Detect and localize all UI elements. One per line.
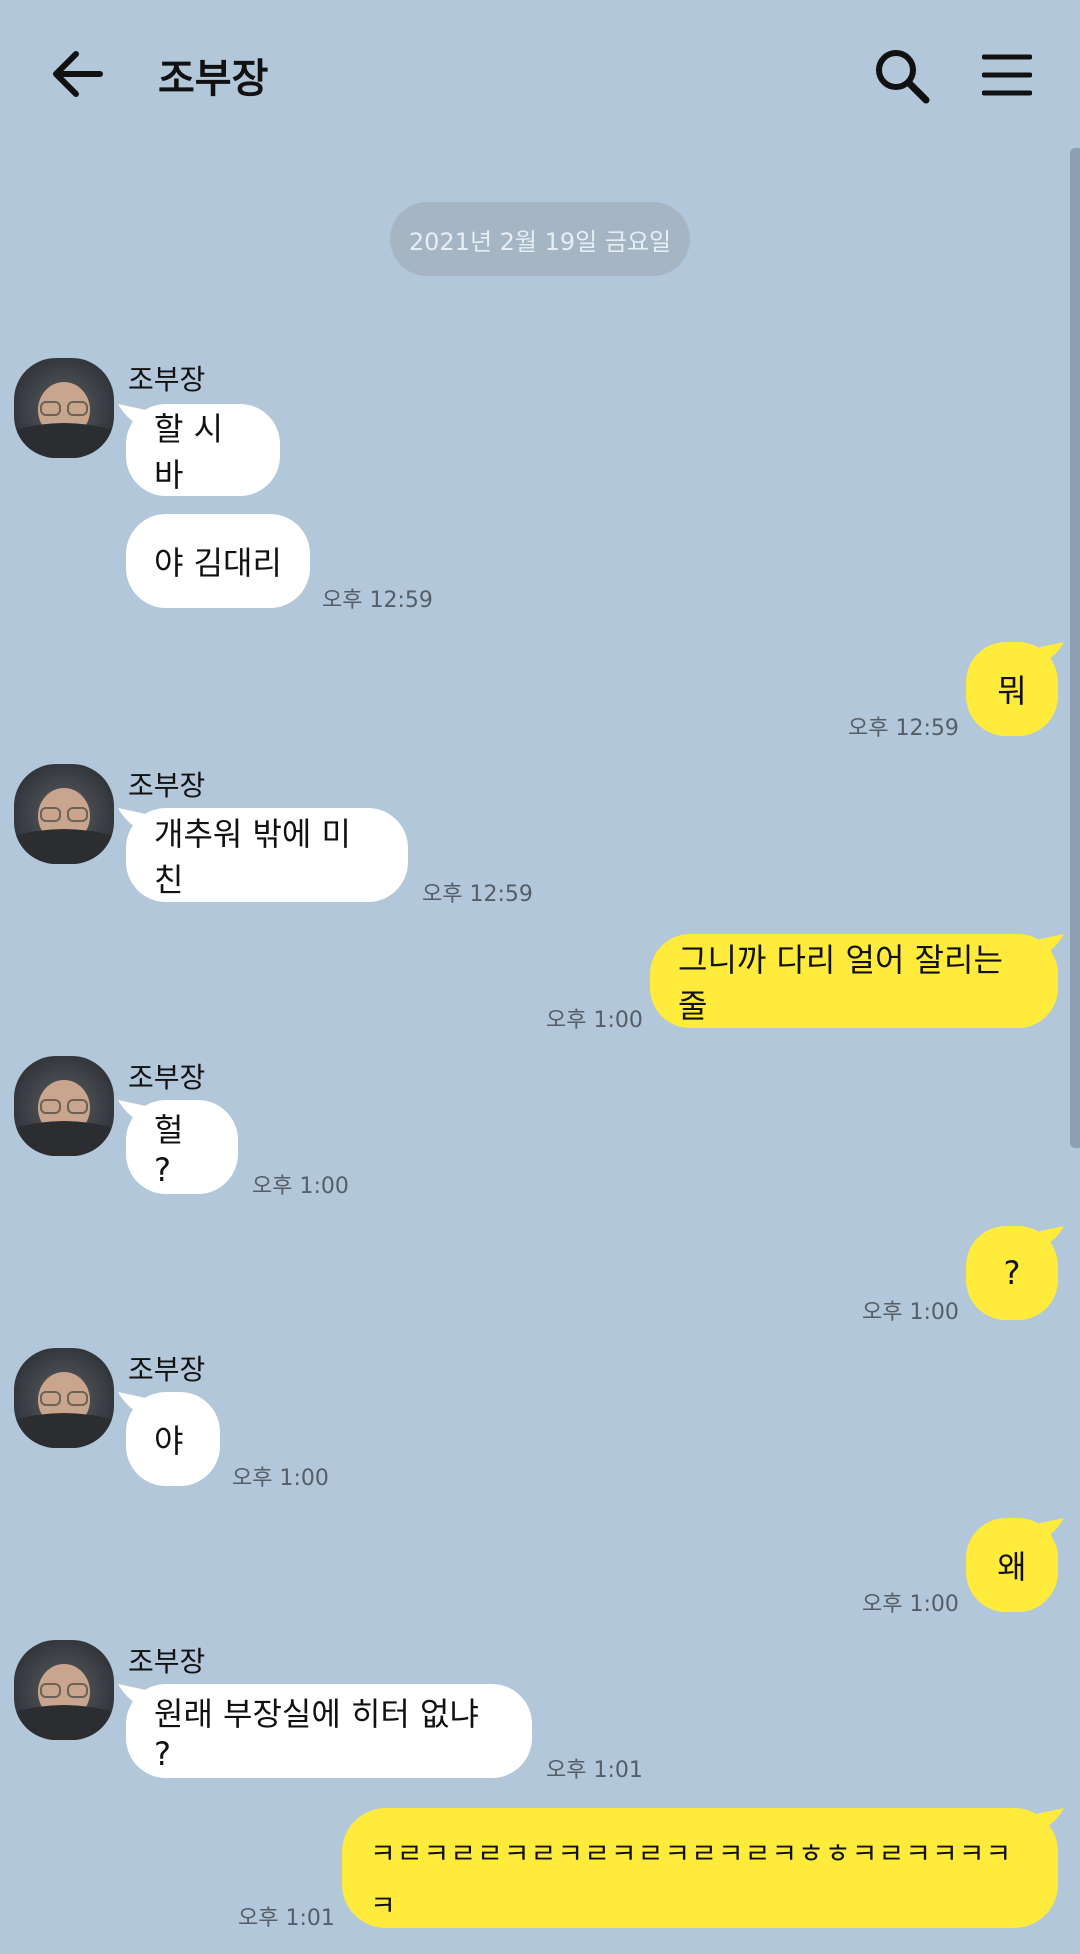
message-bubble-received[interactable]: 헐 ?	[126, 1100, 238, 1194]
profile-photo-icon	[14, 1348, 114, 1448]
message-bubble-received[interactable]: 할 시바	[126, 404, 280, 496]
message-bubble-received[interactable]: 원래 부장실에 히터 없냐 ?	[126, 1684, 532, 1778]
message-text: 헐 ?	[154, 1111, 184, 1189]
message-text: 개추워 밖에 미친	[154, 815, 351, 899]
bubble-tail	[1036, 1518, 1064, 1542]
date-divider: 2021년 2월 19일 금요일	[390, 202, 690, 276]
back-button[interactable]	[50, 48, 106, 100]
message-time: 오후 1:01	[238, 1906, 335, 1931]
scrollbar-thumb[interactable]	[1070, 148, 1080, 1148]
message-time: 오후 12:59	[322, 588, 433, 613]
avatar[interactable]	[14, 1056, 114, 1156]
message-bubble-sent[interactable]: ㅋㄹㅋㄹㄹㅋㄹㅋㄹㅋㄹㅋㄹㅋㄹㅋㅎㅎㅋㄹㅋㅋㅋㅋㅋ	[342, 1808, 1058, 1928]
sender-name: 조부장	[128, 769, 206, 802]
message-time: 오후 12:59	[422, 882, 533, 907]
arrow-left-icon	[53, 51, 103, 97]
bubble-tail	[1036, 1226, 1064, 1250]
profile-photo-icon	[14, 1640, 114, 1740]
profile-photo-icon	[14, 1056, 114, 1156]
message-time: 오후 1:00	[862, 1592, 959, 1617]
search-button[interactable]	[872, 46, 932, 106]
profile-photo-icon	[14, 358, 114, 458]
message-time: 오후 1:00	[862, 1300, 959, 1325]
bubble-tail	[1036, 1808, 1064, 1832]
sender-name: 조부장	[128, 1353, 206, 1386]
message-time: 오후 1:00	[232, 1466, 329, 1491]
avatar[interactable]	[14, 1348, 114, 1448]
chat-title: 조부장	[158, 56, 269, 102]
message-text: 야 김대리	[154, 544, 282, 582]
avatar[interactable]	[14, 1640, 114, 1740]
message-text: 뭐	[997, 672, 1027, 710]
message-bubble-received[interactable]: 야	[126, 1392, 220, 1486]
sender-name: 조부장	[128, 363, 206, 396]
message-text: 왜	[997, 1548, 1027, 1586]
message-bubble-received[interactable]: 개추워 밖에 미친	[126, 808, 408, 902]
message-text: ㅋㄹㅋㄹㄹㅋㄹㅋㄹㅋㄹㅋㄹㅋㄹㅋㅎㅎㅋㄹㅋㅋㅋㅋㅋ	[370, 1837, 1013, 1922]
chat-header: 조부장	[0, 0, 1080, 148]
hamburger-menu-icon	[981, 54, 1033, 96]
sender-name: 조부장	[128, 1061, 206, 1094]
bubble-tail	[1036, 642, 1064, 666]
message-time: 오후 12:59	[848, 716, 959, 741]
menu-button[interactable]	[981, 52, 1033, 98]
avatar[interactable]	[14, 358, 114, 458]
profile-photo-icon	[14, 764, 114, 864]
search-icon	[876, 50, 930, 104]
message-text: 할 시바	[154, 410, 224, 494]
message-text: 그니까 다리 얼어 잘리는줄	[678, 941, 1003, 1025]
message-bubble-received[interactable]: 야 김대리	[126, 514, 310, 608]
bubble-tail	[1036, 934, 1064, 958]
message-text: 원래 부장실에 히터 없냐 ?	[154, 1695, 479, 1773]
message-text: ?	[1003, 1254, 1021, 1292]
avatar[interactable]	[14, 764, 114, 864]
message-time: 오후 1:00	[546, 1008, 643, 1033]
message-bubble-sent[interactable]: 그니까 다리 얼어 잘리는줄	[650, 934, 1058, 1028]
message-text: 야	[154, 1422, 184, 1460]
message-time: 오후 1:00	[252, 1174, 349, 1199]
message-time: 오후 1:01	[546, 1758, 643, 1783]
sender-name: 조부장	[128, 1645, 206, 1678]
